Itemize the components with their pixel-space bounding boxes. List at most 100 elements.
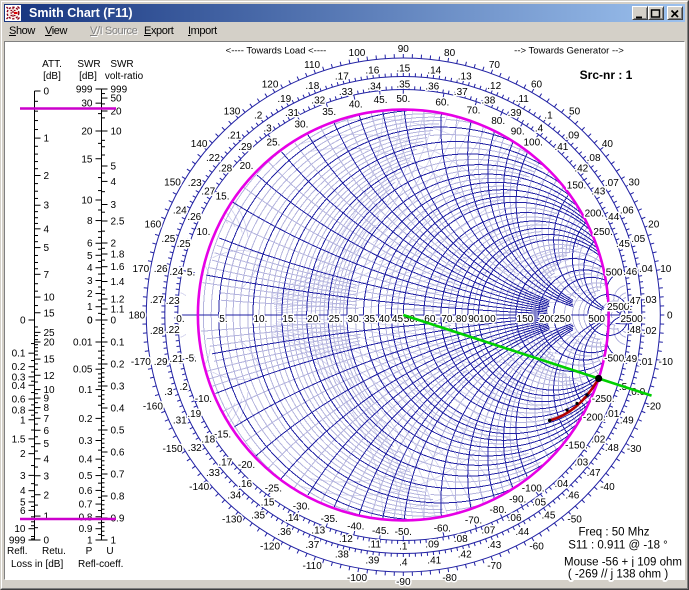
svg-text:12: 12	[44, 371, 56, 382]
svg-text:110: 110	[304, 60, 320, 71]
svg-text:.17: .17	[218, 458, 232, 469]
svg-text:-150: -150	[162, 444, 182, 455]
svg-text:10: 10	[44, 293, 56, 304]
svg-text:-40: -40	[600, 482, 615, 493]
svg-text:2.5: 2.5	[111, 217, 125, 228]
svg-text:Loss in [dB]: Loss in [dB]	[11, 559, 63, 570]
svg-text:-140: -140	[189, 482, 209, 493]
svg-text:200.: 200.	[585, 209, 604, 220]
svg-text:.19: .19	[187, 409, 201, 420]
svg-text:0.6: 0.6	[111, 448, 125, 459]
svg-text:2: 2	[20, 449, 26, 460]
svg-text:.28: .28	[150, 326, 164, 337]
svg-text:.47: .47	[627, 296, 641, 307]
svg-text:-110: -110	[303, 561, 323, 572]
svg-text:.17: .17	[335, 71, 349, 82]
svg-text:.43: .43	[591, 187, 605, 198]
svg-text:.07: .07	[481, 525, 495, 536]
svg-text:Retu.: Retu.	[42, 546, 66, 557]
svg-text:.11: .11	[516, 94, 530, 105]
svg-text:5.: 5.	[219, 314, 227, 325]
svg-text:1: 1	[111, 536, 117, 547]
svg-text:Src-nr : 1: Src-nr : 1	[580, 68, 633, 82]
svg-text:3: 3	[20, 471, 26, 482]
svg-text:1: 1	[44, 134, 50, 145]
svg-text:160: 160	[145, 219, 162, 230]
svg-text:.04: .04	[639, 264, 653, 275]
svg-text:1.4: 1.4	[111, 277, 125, 288]
svg-text:.12: .12	[487, 81, 501, 92]
svg-text:.24: .24	[173, 205, 187, 216]
svg-text:-70.: -70.	[465, 515, 482, 526]
svg-text:[dB]: [dB]	[43, 71, 61, 82]
svg-text:1: 1	[20, 415, 26, 426]
svg-text:.33: .33	[339, 87, 353, 98]
svg-text:Freq : 50 Mhz: Freq : 50 Mhz	[579, 527, 650, 539]
svg-text:.47: .47	[587, 468, 601, 479]
svg-text:.03: .03	[574, 458, 588, 469]
svg-text:-60: -60	[529, 541, 544, 552]
svg-text:0.2: 0.2	[79, 414, 93, 425]
svg-text:.32: .32	[188, 443, 202, 454]
svg-text:1: 1	[44, 512, 50, 523]
svg-text:.42: .42	[574, 163, 588, 174]
svg-text:20: 20	[44, 338, 56, 349]
svg-text:-80.: -80.	[490, 505, 507, 516]
svg-text:.06: .06	[620, 205, 634, 216]
svg-text:150: 150	[164, 177, 181, 188]
svg-text:.29: .29	[238, 142, 252, 153]
svg-text:10.: 10.	[196, 227, 210, 238]
svg-text:30.: 30.	[294, 119, 308, 130]
svg-text:7: 7	[44, 414, 50, 425]
svg-text:40.: 40.	[349, 99, 363, 110]
svg-text:.03: .03	[643, 295, 657, 306]
svg-text:70: 70	[489, 60, 501, 71]
svg-text:.31: .31	[285, 108, 299, 119]
svg-text:Refl-coeff.: Refl-coeff.	[78, 559, 123, 570]
svg-text:0.05: 0.05	[73, 365, 93, 376]
svg-text:[dB]: [dB]	[79, 71, 97, 82]
svg-text:.42: .42	[458, 550, 472, 561]
svg-text:80: 80	[444, 48, 456, 59]
svg-text:.41: .41	[554, 142, 568, 153]
svg-text:0: 0	[111, 316, 117, 327]
svg-text:.07: .07	[605, 178, 619, 189]
svg-text:2: 2	[111, 239, 117, 250]
svg-text:150.: 150.	[567, 181, 586, 192]
svg-text:70.: 70.	[441, 314, 455, 325]
svg-text:-40.: -40.	[347, 522, 364, 533]
svg-text:0.3: 0.3	[79, 436, 93, 447]
svg-text:.14: .14	[285, 513, 299, 524]
svg-text:SWR: SWR	[110, 59, 133, 70]
svg-text:-30.: -30.	[293, 502, 310, 513]
svg-text:35.: 35.	[364, 314, 378, 325]
svg-text:60: 60	[531, 80, 543, 91]
svg-text:80.: 80.	[491, 116, 505, 127]
svg-text:-10.: -10.	[195, 394, 212, 405]
svg-text:ATT.: ATT.	[42, 59, 62, 70]
svg-text:.2: .2	[179, 382, 188, 393]
svg-text:.22: .22	[166, 325, 180, 336]
svg-text:-100: -100	[347, 573, 367, 584]
svg-text:.27: .27	[201, 187, 215, 198]
svg-text:.25: .25	[177, 239, 191, 250]
svg-text:.23: .23	[188, 178, 202, 189]
svg-text:0: 0	[87, 316, 93, 327]
svg-text:.37: .37	[454, 87, 468, 98]
svg-text:.43: .43	[487, 540, 501, 551]
svg-text:.1: .1	[399, 542, 408, 553]
svg-text:7: 7	[44, 270, 50, 281]
svg-text:.35: .35	[251, 510, 265, 521]
svg-text:-170: -170	[131, 357, 151, 368]
svg-text:.45: .45	[542, 510, 556, 521]
svg-text:4: 4	[111, 177, 117, 188]
svg-text:.01: .01	[605, 409, 619, 420]
svg-text:.01: .01	[639, 357, 653, 368]
svg-text:2: 2	[44, 490, 50, 501]
svg-text:.21: .21	[227, 130, 241, 141]
svg-text:-150.: -150.	[565, 440, 588, 451]
svg-text:50.: 50.	[396, 94, 410, 105]
svg-text:25.: 25.	[329, 314, 343, 325]
svg-text:0.3: 0.3	[111, 382, 125, 393]
svg-text:10: 10	[111, 127, 123, 138]
